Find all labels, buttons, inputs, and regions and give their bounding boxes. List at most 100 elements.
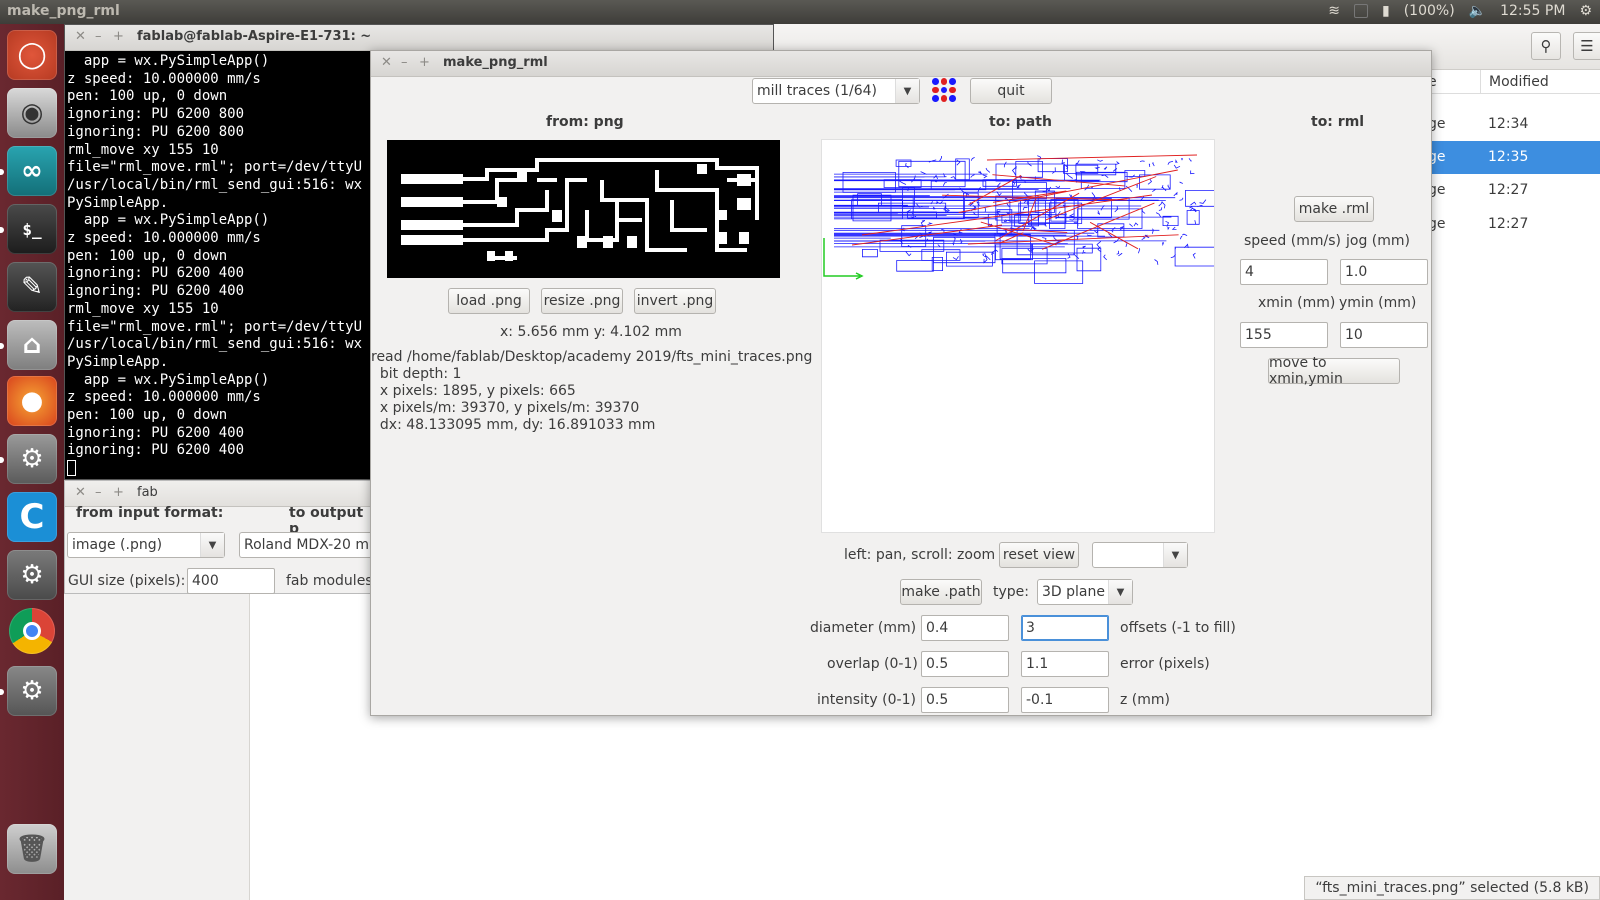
ubuntu-dash-icon[interactable]: ◯ [7,30,57,80]
gui-size-label: GUI size (pixels): [68,573,186,589]
chevron-down-icon: ▼ [1108,580,1132,604]
main-title: make_png_rml [443,55,548,70]
settings-icon[interactable]: ⚙ [7,434,57,484]
camera-icon[interactable]: ◉ [7,88,57,138]
launcher: ◯ ◉ ∞ $_ ✎ ⌂ ● ⚙ C ⚙ ⚙ 🗑 [0,24,64,900]
path-preview[interactable] [821,139,1231,533]
list-view-icon[interactable]: ☰ [1573,32,1600,60]
cursor-coordinates: x: 5.656 mm y: 4.102 mm [500,324,682,340]
file-modified: 12:27 [1488,216,1529,232]
wifi-icon[interactable]: ≋ [1328,3,1340,19]
input-format-select[interactable]: image (.png) ▼ [67,532,225,558]
diameter-field[interactable]: 0.4 [921,615,1009,641]
invert-png-button[interactable]: invert .png [634,288,716,314]
process-select[interactable]: mill traces (1/64) ▼ [752,78,920,104]
volume-icon[interactable]: 🔈 [1469,3,1486,19]
grid-dots-icon[interactable] [932,78,956,102]
load-png-button[interactable]: load .png [448,288,530,314]
to-rml-header: to: rml [1311,114,1365,130]
maximize-icon[interactable]: + [419,55,430,70]
close-icon[interactable]: ✕ [75,485,86,500]
maximize-icon[interactable]: + [113,29,124,44]
pan-zoom-hint: left: pan, scroll: zoom [844,547,996,563]
gui-size-field[interactable]: 400 [187,568,275,594]
pcb-traces-image [401,158,759,261]
file-row[interactable]: ge 12:27 [1428,208,1600,241]
terminal-icon[interactable]: $_ [7,204,57,254]
running-indicator [0,457,4,463]
file-list-header: e Modified [1428,70,1600,94]
terminal-title: fablab@fablab-Aspire-E1-731: ~ [137,29,372,44]
toolpath-drawing [823,154,1231,284]
minimize-icon[interactable]: – [95,485,102,500]
type-select-value: 3D plane [1042,584,1105,600]
type-select[interactable]: 3D plane ▼ [1037,579,1133,605]
png-preview[interactable] [387,140,780,278]
reset-view-button[interactable]: reset view [999,542,1079,568]
active-window-title: make_png_rml [7,3,120,19]
modified-column-header[interactable]: Modified [1480,70,1557,94]
intensity-field[interactable]: 0.5 [921,687,1009,713]
output-format-select[interactable]: Roland MDX-20 mill [239,532,375,558]
maximize-icon[interactable]: + [113,485,124,500]
fab-title: fab [137,485,158,500]
xmin-label: xmin (mm) [1258,295,1336,311]
file-row[interactable]: ge 12:34 [1428,108,1600,141]
running-indicator [0,227,4,233]
file-row[interactable]: ge 12:27 [1428,174,1600,207]
battery-icon[interactable]: ▮ [1382,3,1390,19]
system-settings-icon[interactable]: ⚙ [7,550,57,600]
file-modified: 12:27 [1488,182,1529,198]
speed-label: speed (mm/s) [1244,233,1341,249]
main-titlebar: ✕ – + make_png_rml [371,51,1431,77]
gear-icon[interactable]: ⚙ [1579,3,1592,19]
overlap-label: overlap (0-1) [827,656,918,672]
clock[interactable]: 12:55 PM [1500,3,1565,19]
overlap-field[interactable]: 0.5 [921,651,1009,677]
running-indicator [0,343,4,349]
file-manager-sidebar [64,594,250,900]
offsets-field[interactable]: 3 [1021,615,1109,641]
intensity-label: intensity (0-1) [817,692,916,708]
move-to-xmin-ymin-button[interactable]: move to xmin,ymin [1268,355,1400,387]
cura-icon[interactable]: C [7,492,57,542]
to-path-header: to: path [989,114,1052,130]
arduino-icon[interactable]: ∞ [7,146,57,196]
quit-button[interactable]: quit [970,78,1052,104]
minimize-icon[interactable]: – [95,29,102,44]
close-icon[interactable]: ✕ [75,29,86,44]
chrome-icon[interactable] [9,608,55,654]
running-indicator [0,169,4,175]
terminal-output[interactable]: app = wx.PySimpleApp() z speed: 10.00000… [67,53,362,478]
make-rml-button[interactable]: make .rml [1294,196,1374,222]
make-path-button[interactable]: make .path [900,579,982,605]
diameter-label: diameter (mm) [810,620,917,636]
error-field[interactable]: 1.1 [1021,651,1109,677]
file-row-selected[interactable]: ge 12:35 [1428,141,1600,174]
search-icon[interactable]: ⚲ [1531,32,1561,60]
offsets-label: offsets (-1 to fill) [1120,620,1236,636]
ymin-label: ymin (mm) [1339,295,1417,311]
files-icon[interactable]: ⌂ [7,320,57,370]
trash-icon[interactable]: 🗑 [7,824,57,874]
xmin-field[interactable]: 155 [1240,322,1328,348]
image-info: read /home/fablab/Desktop/academy 2019/f… [371,349,813,433]
ymin-field[interactable]: 10 [1340,322,1428,348]
view-select[interactable]: ▼ [1092,542,1188,568]
terminal-titlebar: ✕ – + fablab@fablab-Aspire-E1-731: ~ [65,25,773,51]
input-format-value: image (.png) [72,537,163,553]
inkscape-icon[interactable]: ✎ [7,262,57,312]
jog-field[interactable]: 1.0 [1340,259,1428,285]
close-icon[interactable]: ✕ [381,55,392,70]
z-field[interactable]: -0.1 [1021,687,1109,713]
firefox-icon[interactable]: ● [7,376,57,426]
jog-label: jog (mm) [1346,233,1410,249]
minimize-icon[interactable]: – [401,55,408,70]
settings-icon[interactable]: ⚙ [7,666,57,716]
battery-percentage[interactable]: (100%) [1404,3,1455,19]
keyboard-icon[interactable] [1354,4,1368,18]
make-png-rml-window: ✕ – + make_png_rml mill traces (1/64) ▼ … [370,50,1432,716]
error-label: error (pixels) [1120,656,1210,672]
speed-field[interactable]: 4 [1240,259,1328,285]
resize-png-button[interactable]: resize .png [541,288,623,314]
